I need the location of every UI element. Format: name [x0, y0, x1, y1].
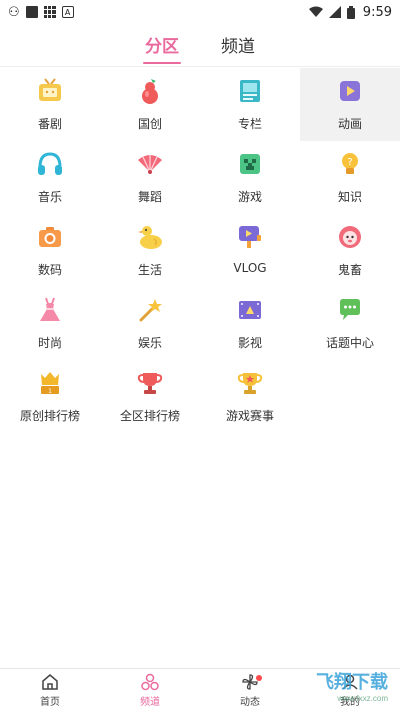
- category-label: 话题中心: [325, 336, 374, 350]
- category-label: 原创排行榜: [19, 409, 80, 423]
- svg-text:1: 1: [48, 388, 52, 395]
- nav-channel[interactable]: 频道: [100, 669, 200, 711]
- nav-label: 动态: [240, 696, 260, 708]
- category-all-ranking[interactable]: 全区排行榜: [100, 360, 200, 433]
- nav-label: 首页: [40, 696, 60, 708]
- category-label: 全区排行榜: [119, 409, 180, 423]
- headphones-icon: [38, 152, 62, 175]
- category-life[interactable]: 生活: [100, 214, 200, 287]
- crown-podium-icon: 1: [41, 372, 59, 395]
- category-label: 国创: [137, 117, 162, 131]
- category-label: 鬼畜: [337, 263, 362, 277]
- category-label: 娱乐: [137, 336, 162, 350]
- top-tabs: 分区 频道: [0, 32, 400, 66]
- tab-channel[interactable]: 频道: [219, 32, 257, 66]
- duck-icon: [138, 226, 162, 249]
- category-film[interactable]: 影视: [200, 287, 300, 360]
- home-icon: [42, 673, 58, 690]
- square-icon: [25, 6, 38, 18]
- category-label: 动画: [337, 117, 362, 131]
- category-grid: 番剧 国创 专栏 动画 音乐 舞蹈 游戏 ? 知识 数码 生活 VLOG 鬼畜 …: [0, 68, 400, 433]
- lightbulb-icon: ?: [342, 153, 358, 174]
- category-music[interactable]: 音乐: [0, 141, 100, 214]
- category-topic-center[interactable]: 话题中心: [300, 287, 400, 360]
- letter-a-icon: A: [61, 6, 74, 18]
- video-camera-icon: [239, 226, 261, 248]
- bottom-nav: 首页 频道 动态 我的 飞翔下载 www.fxxz.com: [0, 668, 400, 711]
- battery-icon: [346, 5, 355, 19]
- category-kichiku[interactable]: 鬼畜: [300, 214, 400, 287]
- divider: [0, 66, 400, 67]
- nav-home[interactable]: 首页: [0, 669, 100, 711]
- category-knowledge[interactable]: ? 知识: [300, 141, 400, 214]
- grid-icon: [43, 6, 56, 18]
- category-entertainment[interactable]: 娱乐: [100, 287, 200, 360]
- status-bar: ⚇ A 9:59: [0, 0, 400, 24]
- dress-icon: [40, 297, 60, 321]
- category-label: 音乐: [37, 190, 62, 204]
- ghost-face-icon: [339, 226, 361, 248]
- category-label: 知识: [337, 190, 362, 204]
- svg-text:?: ?: [347, 157, 352, 168]
- channel-icon: [141, 673, 159, 690]
- trophy-gold-icon: [237, 373, 263, 394]
- category-label: 数码: [37, 263, 62, 277]
- category-label: 专栏: [237, 117, 262, 131]
- gourd-icon: [142, 79, 158, 104]
- camera-icon: [39, 227, 61, 247]
- creeper-icon: [240, 154, 260, 174]
- category-label: 游戏赛事: [225, 409, 274, 423]
- category-bangumi[interactable]: 番剧: [0, 68, 100, 141]
- category-game-events[interactable]: 游戏赛事: [200, 360, 300, 433]
- category-dance[interactable]: 舞蹈: [100, 141, 200, 214]
- nav-dynamic[interactable]: 动态: [200, 669, 300, 711]
- signal-icon: [328, 6, 341, 18]
- category-label: 时尚: [37, 336, 62, 350]
- category-animation[interactable]: 动画: [300, 68, 400, 141]
- notification-icon: ⚇: [8, 4, 20, 20]
- fan-icon: [138, 155, 162, 174]
- category-fashion[interactable]: 时尚: [0, 287, 100, 360]
- nav-label: 频道: [140, 696, 160, 708]
- tab-partition[interactable]: 分区: [143, 32, 181, 66]
- category-game[interactable]: 游戏: [200, 141, 300, 214]
- category-guochuang[interactable]: 国创: [100, 68, 200, 141]
- category-vlog[interactable]: VLOG: [200, 214, 300, 287]
- tv-icon: [39, 78, 61, 101]
- category-label: 影视: [237, 336, 262, 350]
- category-original-ranking[interactable]: 1 原创排行榜: [0, 360, 100, 433]
- category-label: 游戏: [237, 190, 262, 204]
- category-column[interactable]: 专栏: [200, 68, 300, 141]
- category-label: 番剧: [37, 117, 62, 131]
- watermark: 飞翔下载 www.fxxz.com: [316, 672, 388, 703]
- category-label: 舞蹈: [137, 190, 162, 204]
- clock-time: 9:59: [362, 4, 392, 20]
- play-card-icon: [340, 81, 360, 101]
- article-icon: [240, 80, 260, 102]
- category-digital[interactable]: 数码: [0, 214, 100, 287]
- film-icon: [239, 301, 261, 319]
- wifi-icon: [308, 6, 323, 17]
- magic-wand-icon: [139, 299, 162, 322]
- category-label: VLOG: [233, 261, 267, 275]
- chat-bubble-icon: [340, 299, 360, 320]
- trophy-red-icon: [137, 373, 163, 394]
- category-label: 生活: [137, 263, 162, 277]
- notification-dot: [256, 675, 262, 681]
